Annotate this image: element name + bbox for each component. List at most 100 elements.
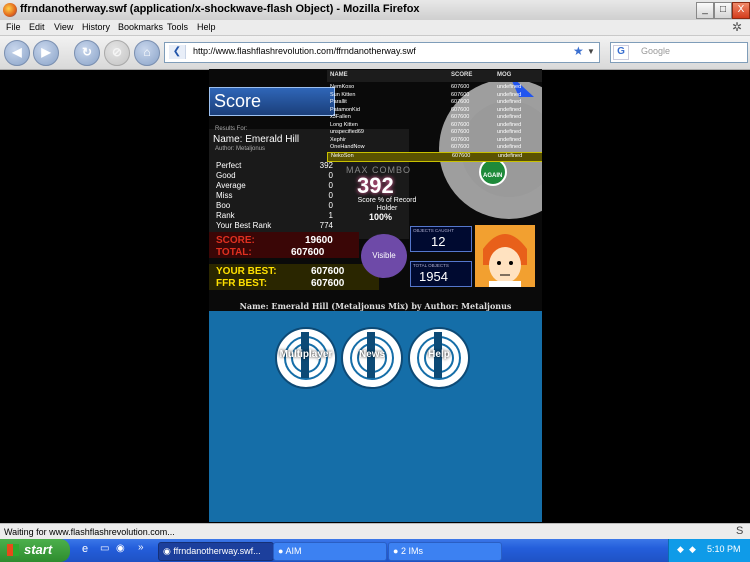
system-tray: ◆ ◆ 5:10 PM [668,539,750,562]
col-score: SCORE [451,72,473,78]
taskbar: start e ▭ ◉ » ◉ ffrndanotherway.swf... ●… [0,539,750,562]
objects-caught-box: OBJECTS CAUGHT 12 [410,226,472,252]
ffr-best-label: FFR BEST: [216,278,268,289]
menu-history[interactable]: History [82,22,110,32]
score-label: SCORE: [216,235,255,246]
throbber-icon: ✲ [732,20,743,34]
flash-menu-area: Multiplayer News Help [209,311,542,522]
stat-label: Average [216,181,246,190]
score-pct-label: Score % of Record Holder [357,197,417,212]
close-button[interactable]: X [732,2,750,19]
start-label: start [24,542,53,557]
stat-label: Boo [216,201,231,210]
menu-bookmarks[interactable]: Bookmarks [118,22,163,32]
search-placeholder[interactable]: Google [641,46,670,56]
url-bar[interactable]: ❮ http://www.flashflashrevolution.com/ff… [164,42,600,63]
menu-view[interactable]: View [54,22,73,32]
home-button[interactable]: ⌂ [134,40,160,66]
total-value: 607600 [291,247,325,258]
url-dropdown-icon[interactable]: ▼ [587,47,595,56]
leaderboard-score: 607600 [451,136,470,143]
bookmark-star-icon[interactable]: ★ [573,44,584,58]
total-label: TOTAL: [216,247,252,258]
menu-tools[interactable]: Tools [167,22,188,32]
leaderboard-mod: undefined [497,129,522,135]
menu-edit[interactable]: Edit [29,22,45,32]
col-name: NAME [330,72,348,78]
quicklaunch-media-icon[interactable]: ◉ [116,543,125,554]
stat-label: Miss [216,191,233,200]
results-screen: AGAIN NAME SCORE MOG Score Results For: … [209,69,542,311]
back-button[interactable]: ◀ [4,40,30,66]
task-aim[interactable]: ● AIM [273,542,387,561]
leaderboard-name: unspecified69 [330,129,364,135]
total-objects-value: 1954 [419,269,448,284]
visible-label: Visible [372,251,396,260]
leaderboard-mod: undefined [497,106,522,113]
tray-alert-icon[interactable]: ◆ [689,544,696,555]
stat-value: 1 [328,211,333,220]
leaderboard-name: Parallit [330,99,347,105]
leaderboard-mod: undefined [497,114,522,120]
task-ims-label: 2 IMs [400,546,423,556]
leaderboard-mod: undefined [497,84,522,90]
objects-caught-value: 12 [431,234,446,249]
start-button[interactable]: start [0,539,70,562]
windows-logo-icon [7,544,19,556]
stat-value: 0 [328,201,333,210]
ffr-best-value: 607600 [311,278,345,289]
quicklaunch-ie-icon[interactable]: e [82,543,88,555]
leaderboard-score: 607600 [451,106,470,113]
stat-label: Rank [216,211,235,220]
menu-help[interactable]: Help [197,22,216,32]
minimize-button[interactable]: _ [696,2,714,19]
multiplayer-label: Multiplayer [279,349,333,360]
stat-label: Your Best Rank [216,221,272,230]
quicklaunch-more-icon[interactable]: » [138,542,144,553]
search-box[interactable]: G Google [610,42,748,63]
maximize-button[interactable]: □ [714,2,732,19]
play-again-label[interactable]: AGAIN [483,173,502,179]
news-label: News [358,349,386,360]
news-button[interactable]: News [341,327,403,389]
google-icon[interactable]: G [613,45,629,60]
stat-value: 0 [328,171,333,180]
forward-button[interactable]: ▶ [33,40,59,66]
leaderboard-mod: undefined [497,136,522,143]
task-ims[interactable]: ● 2 IMs [388,542,502,561]
multiplayer-button[interactable]: Multiplayer [275,327,337,389]
quicklaunch-desktop-icon[interactable]: ▭ [100,543,109,554]
leaderboard-score: 607600 [451,99,470,105]
leaderboard-score: 607600 [451,144,470,150]
task-firefox-label: ffrndanotherway.swf... [173,546,261,556]
visible-toggle-button[interactable]: Visible [361,234,407,278]
leaderboard-mod: undefined [497,121,522,128]
objects-caught-label: OBJECTS CAUGHT [413,228,455,233]
leaderboard-name: NekoSon [331,152,354,159]
stat-value: 774 [319,221,333,230]
character-portrait [475,225,535,287]
stat-label: Good [216,171,236,180]
help-button[interactable]: Help [408,327,470,389]
site-icon: ❮ [169,45,186,59]
window-title-bar: ffrndanotherway.swf (application/x-shock… [0,0,750,21]
task-ims-icon: ● [393,546,401,556]
leaderboard-mod: undefined [497,144,522,150]
score-title: Score [209,87,335,116]
url-text[interactable]: http://www.flashflashrevolution.com/ffrn… [193,46,416,56]
navigation-toolbar: ◀ ▶ ↻ ⊘ ⌂ ❮ http://www.flashflashrevolut… [0,36,750,70]
clock: 5:10 PM [707,544,741,554]
reload-button[interactable]: ↻ [74,40,100,66]
stat-value: 0 [328,181,333,190]
stop-button[interactable]: ⊘ [104,40,130,66]
leaderboard-name: Sun Kitten [330,91,356,98]
menu-file[interactable]: File [6,22,21,32]
status-s-icon: S [736,525,744,537]
tray-aim-icon[interactable]: ◆ [677,544,684,555]
task-firefox[interactable]: ◉ ffrndanotherway.swf... [158,542,274,561]
status-text: Waiting for www.flashflashrevolution.com… [4,527,175,537]
song-name: Name: Emerald Hill [213,134,300,145]
leaderboard-name: PatamonKid [330,106,360,113]
total-objects-box: TOTAL OBJECTS 1954 [410,261,472,287]
leaderboard-mod: undefined [498,152,523,159]
